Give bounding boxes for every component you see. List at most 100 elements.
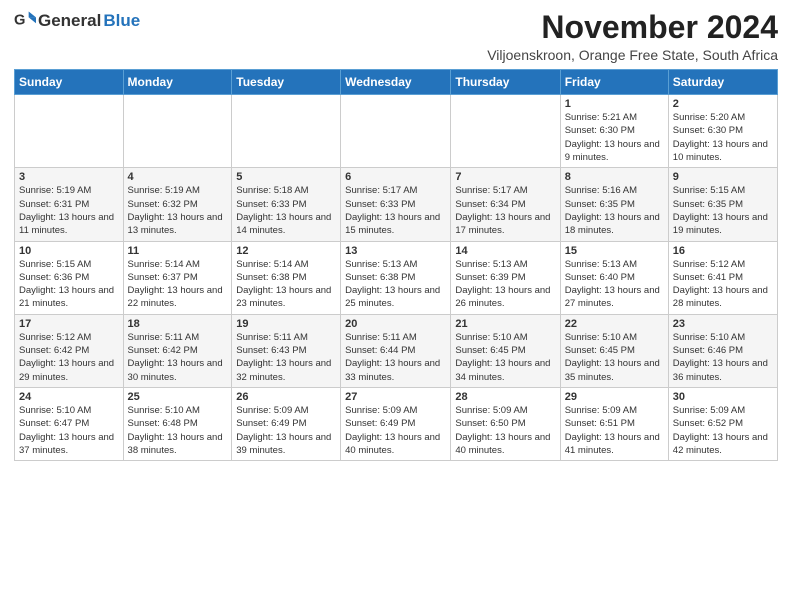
day-info: Sunrise: 5:13 AM Sunset: 6:40 PM Dayligh… — [565, 258, 664, 311]
calendar-day-cell: 3Sunrise: 5:19 AM Sunset: 6:31 PM Daylig… — [15, 168, 124, 241]
calendar-day-cell — [341, 95, 451, 168]
calendar-day-cell: 6Sunrise: 5:17 AM Sunset: 6:33 PM Daylig… — [341, 168, 451, 241]
day-number: 21 — [455, 318, 555, 330]
day-number: 16 — [673, 245, 773, 257]
day-of-week-header: Thursday — [451, 70, 560, 95]
day-number: 12 — [236, 245, 336, 257]
day-number: 11 — [128, 245, 228, 257]
svg-text:G: G — [14, 13, 25, 29]
day-number: 9 — [673, 171, 773, 183]
day-number: 26 — [236, 391, 336, 403]
calendar-day-cell: 19Sunrise: 5:11 AM Sunset: 6:43 PM Dayli… — [232, 314, 341, 387]
calendar-day-cell: 23Sunrise: 5:10 AM Sunset: 6:46 PM Dayli… — [668, 314, 777, 387]
day-of-week-header: Tuesday — [232, 70, 341, 95]
calendar-day-cell — [123, 95, 232, 168]
calendar-week-row: 1Sunrise: 5:21 AM Sunset: 6:30 PM Daylig… — [15, 95, 778, 168]
header: G General Blue November 2024 Viljoenskro… — [14, 10, 778, 63]
logo-blue-text: Blue — [103, 11, 140, 31]
day-number: 15 — [565, 245, 664, 257]
calendar-day-cell — [451, 95, 560, 168]
calendar-day-cell: 10Sunrise: 5:15 AM Sunset: 6:36 PM Dayli… — [15, 241, 124, 314]
day-info: Sunrise: 5:12 AM Sunset: 6:42 PM Dayligh… — [19, 331, 119, 384]
day-of-week-header: Monday — [123, 70, 232, 95]
day-info: Sunrise: 5:19 AM Sunset: 6:32 PM Dayligh… — [128, 184, 228, 237]
day-number: 19 — [236, 318, 336, 330]
day-of-week-header: Sunday — [15, 70, 124, 95]
calendar-day-cell: 26Sunrise: 5:09 AM Sunset: 6:49 PM Dayli… — [232, 387, 341, 460]
day-info: Sunrise: 5:13 AM Sunset: 6:38 PM Dayligh… — [345, 258, 446, 311]
calendar-day-cell: 17Sunrise: 5:12 AM Sunset: 6:42 PM Dayli… — [15, 314, 124, 387]
calendar-day-cell: 16Sunrise: 5:12 AM Sunset: 6:41 PM Dayli… — [668, 241, 777, 314]
calendar-day-cell: 11Sunrise: 5:14 AM Sunset: 6:37 PM Dayli… — [123, 241, 232, 314]
day-info: Sunrise: 5:10 AM Sunset: 6:46 PM Dayligh… — [673, 331, 773, 384]
calendar-day-cell: 13Sunrise: 5:13 AM Sunset: 6:38 PM Dayli… — [341, 241, 451, 314]
calendar-header: SundayMondayTuesdayWednesdayThursdayFrid… — [15, 70, 778, 95]
calendar-day-cell: 27Sunrise: 5:09 AM Sunset: 6:49 PM Dayli… — [341, 387, 451, 460]
day-number: 7 — [455, 171, 555, 183]
day-info: Sunrise: 5:09 AM Sunset: 6:52 PM Dayligh… — [673, 404, 773, 457]
day-info: Sunrise: 5:15 AM Sunset: 6:36 PM Dayligh… — [19, 258, 119, 311]
calendar-week-row: 17Sunrise: 5:12 AM Sunset: 6:42 PM Dayli… — [15, 314, 778, 387]
day-info: Sunrise: 5:18 AM Sunset: 6:33 PM Dayligh… — [236, 184, 336, 237]
day-info: Sunrise: 5:10 AM Sunset: 6:48 PM Dayligh… — [128, 404, 228, 457]
logo-icon: G — [14, 10, 36, 32]
day-number: 14 — [455, 245, 555, 257]
day-number: 28 — [455, 391, 555, 403]
calendar-day-cell: 9Sunrise: 5:15 AM Sunset: 6:35 PM Daylig… — [668, 168, 777, 241]
day-number: 20 — [345, 318, 446, 330]
day-info: Sunrise: 5:14 AM Sunset: 6:38 PM Dayligh… — [236, 258, 336, 311]
calendar-week-row: 10Sunrise: 5:15 AM Sunset: 6:36 PM Dayli… — [15, 241, 778, 314]
day-info: Sunrise: 5:09 AM Sunset: 6:50 PM Dayligh… — [455, 404, 555, 457]
calendar-day-cell: 28Sunrise: 5:09 AM Sunset: 6:50 PM Dayli… — [451, 387, 560, 460]
day-info: Sunrise: 5:11 AM Sunset: 6:44 PM Dayligh… — [345, 331, 446, 384]
day-number: 4 — [128, 171, 228, 183]
day-info: Sunrise: 5:11 AM Sunset: 6:43 PM Dayligh… — [236, 331, 336, 384]
day-number: 6 — [345, 171, 446, 183]
day-info: Sunrise: 5:15 AM Sunset: 6:35 PM Dayligh… — [673, 184, 773, 237]
day-number: 30 — [673, 391, 773, 403]
day-number: 2 — [673, 98, 773, 110]
calendar-day-cell — [15, 95, 124, 168]
calendar-day-cell: 5Sunrise: 5:18 AM Sunset: 6:33 PM Daylig… — [232, 168, 341, 241]
day-number: 13 — [345, 245, 446, 257]
calendar-day-cell: 21Sunrise: 5:10 AM Sunset: 6:45 PM Dayli… — [451, 314, 560, 387]
day-info: Sunrise: 5:14 AM Sunset: 6:37 PM Dayligh… — [128, 258, 228, 311]
calendar-day-cell: 20Sunrise: 5:11 AM Sunset: 6:44 PM Dayli… — [341, 314, 451, 387]
day-number: 29 — [565, 391, 664, 403]
day-number: 10 — [19, 245, 119, 257]
calendar-day-cell: 15Sunrise: 5:13 AM Sunset: 6:40 PM Dayli… — [560, 241, 668, 314]
day-info: Sunrise: 5:09 AM Sunset: 6:49 PM Dayligh… — [236, 404, 336, 457]
day-info: Sunrise: 5:12 AM Sunset: 6:41 PM Dayligh… — [673, 258, 773, 311]
day-number: 23 — [673, 318, 773, 330]
calendar-day-cell: 4Sunrise: 5:19 AM Sunset: 6:32 PM Daylig… — [123, 168, 232, 241]
day-number: 27 — [345, 391, 446, 403]
day-number: 24 — [19, 391, 119, 403]
day-info: Sunrise: 5:20 AM Sunset: 6:30 PM Dayligh… — [673, 111, 773, 164]
calendar-day-cell: 22Sunrise: 5:10 AM Sunset: 6:45 PM Dayli… — [560, 314, 668, 387]
day-number: 3 — [19, 171, 119, 183]
day-of-week-header: Friday — [560, 70, 668, 95]
day-info: Sunrise: 5:16 AM Sunset: 6:35 PM Dayligh… — [565, 184, 664, 237]
day-of-week-header: Saturday — [668, 70, 777, 95]
day-info: Sunrise: 5:09 AM Sunset: 6:51 PM Dayligh… — [565, 404, 664, 457]
day-info: Sunrise: 5:13 AM Sunset: 6:39 PM Dayligh… — [455, 258, 555, 311]
day-info: Sunrise: 5:21 AM Sunset: 6:30 PM Dayligh… — [565, 111, 664, 164]
day-info: Sunrise: 5:10 AM Sunset: 6:47 PM Dayligh… — [19, 404, 119, 457]
calendar-body: 1Sunrise: 5:21 AM Sunset: 6:30 PM Daylig… — [15, 95, 778, 461]
calendar-table: SundayMondayTuesdayWednesdayThursdayFrid… — [14, 69, 778, 461]
day-number: 18 — [128, 318, 228, 330]
day-info: Sunrise: 5:17 AM Sunset: 6:33 PM Dayligh… — [345, 184, 446, 237]
day-info: Sunrise: 5:11 AM Sunset: 6:42 PM Dayligh… — [128, 331, 228, 384]
calendar-day-cell: 7Sunrise: 5:17 AM Sunset: 6:34 PM Daylig… — [451, 168, 560, 241]
day-of-week-header: Wednesday — [341, 70, 451, 95]
day-number: 5 — [236, 171, 336, 183]
calendar-day-cell: 24Sunrise: 5:10 AM Sunset: 6:47 PM Dayli… — [15, 387, 124, 460]
calendar-day-cell: 14Sunrise: 5:13 AM Sunset: 6:39 PM Dayli… — [451, 241, 560, 314]
day-number: 1 — [565, 98, 664, 110]
calendar-day-cell: 18Sunrise: 5:11 AM Sunset: 6:42 PM Dayli… — [123, 314, 232, 387]
calendar-day-cell: 29Sunrise: 5:09 AM Sunset: 6:51 PM Dayli… — [560, 387, 668, 460]
day-number: 25 — [128, 391, 228, 403]
day-info: Sunrise: 5:10 AM Sunset: 6:45 PM Dayligh… — [565, 331, 664, 384]
calendar-day-cell: 25Sunrise: 5:10 AM Sunset: 6:48 PM Dayli… — [123, 387, 232, 460]
day-info: Sunrise: 5:09 AM Sunset: 6:49 PM Dayligh… — [345, 404, 446, 457]
